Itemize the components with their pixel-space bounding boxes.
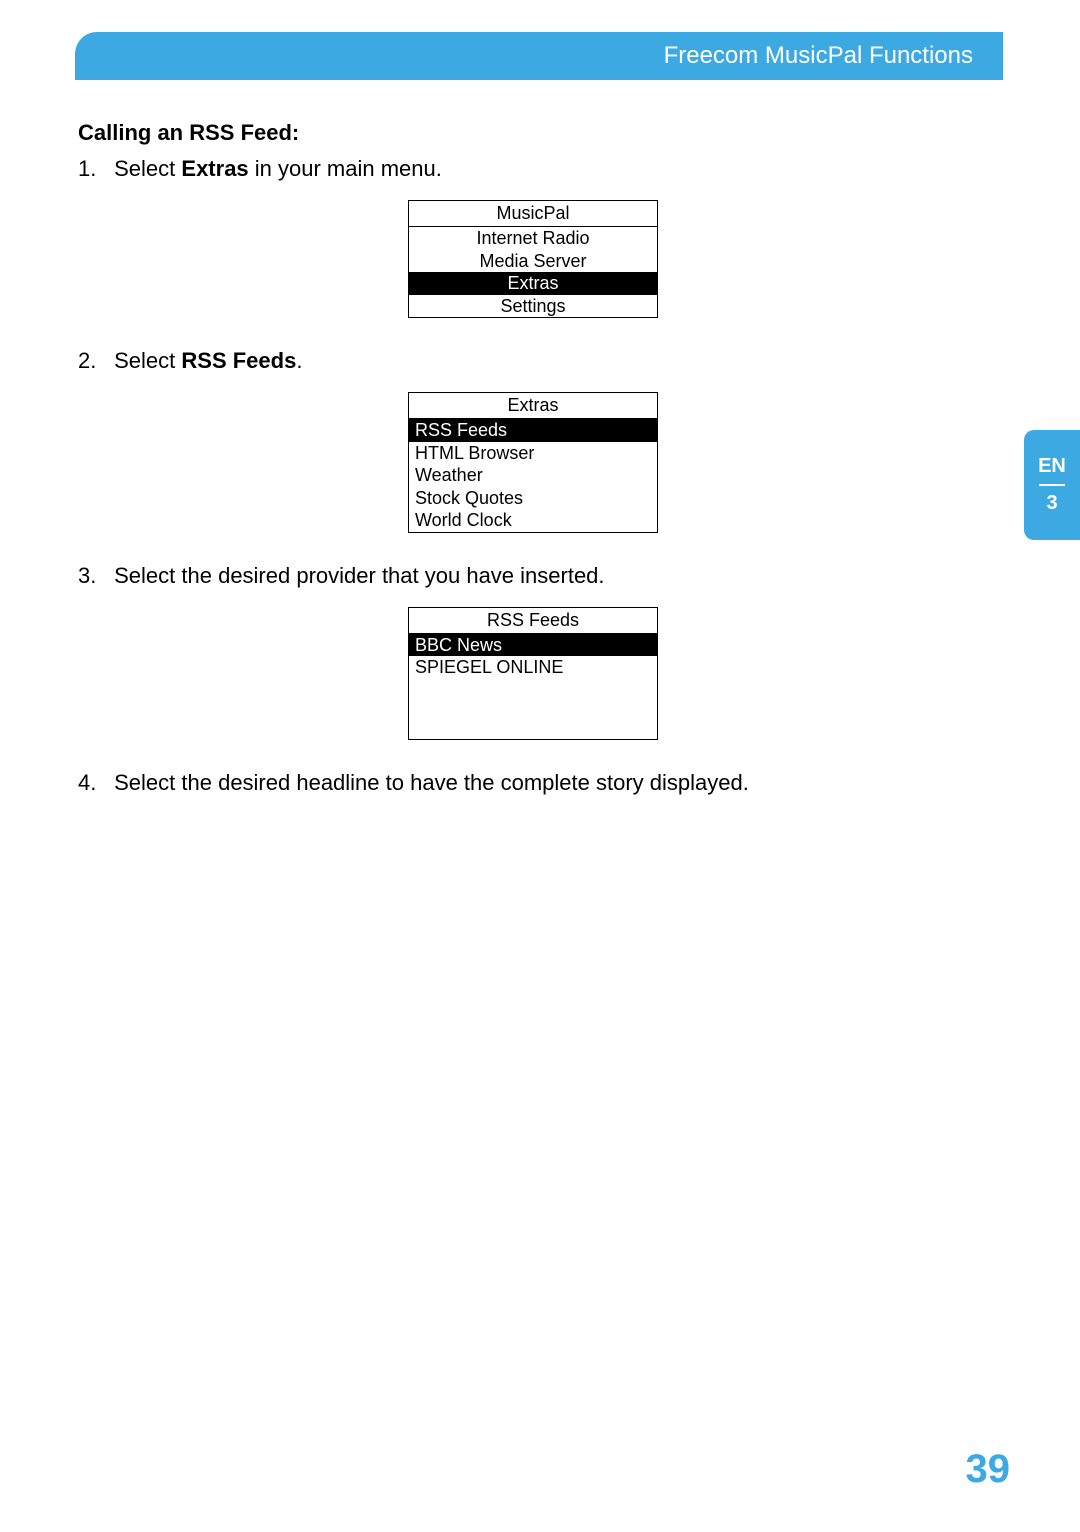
content: Calling an RSS Feed: 1. Select Extras in…: [78, 120, 988, 814]
menu-musicpal: MusicPal Internet Radio Media Server Ext…: [408, 200, 658, 318]
menu-item: Internet Radio: [409, 227, 657, 250]
step-2-bold: RSS Feeds: [181, 348, 296, 373]
side-tab-divider: [1039, 484, 1065, 486]
step-2-num: 2.: [78, 348, 108, 374]
menu-item-selected: RSS Feeds: [409, 419, 657, 442]
step-1-post: in your main menu.: [249, 156, 442, 181]
header-title: Freecom MusicPal Functions: [664, 42, 973, 70]
menu-filler: [409, 679, 657, 739]
step-2-pre: Select: [114, 348, 181, 373]
menu-rss-title: RSS Feeds: [409, 608, 657, 634]
step-4-text: Select the desired headline to have the …: [114, 770, 749, 795]
step-1-pre: Select: [114, 156, 181, 181]
step-1-num: 1.: [78, 156, 108, 182]
menu-musicpal-title: MusicPal: [409, 201, 657, 227]
page-number: 39: [966, 1447, 1011, 1492]
menu-extras: Extras RSS Feeds HTML Browser Weather St…: [408, 392, 658, 533]
step-4-num: 4.: [78, 770, 108, 796]
step-3-num: 3.: [78, 563, 108, 589]
step-1: 1. Select Extras in your main menu.: [78, 156, 988, 182]
menu-item: HTML Browser: [409, 442, 657, 465]
menu-item: SPIEGEL ONLINE: [409, 656, 657, 679]
step-1-bold: Extras: [181, 156, 248, 181]
step-3-text: Select the desired provider that you hav…: [114, 563, 604, 588]
header-bar: Freecom MusicPal Functions: [75, 32, 1003, 80]
step-2-post: .: [296, 348, 302, 373]
step-4: 4. Select the desired headline to have t…: [78, 770, 988, 796]
menu-rss-feeds: RSS Feeds BBC News SPIEGEL ONLINE: [408, 607, 658, 740]
side-tab-lang: EN: [1038, 455, 1066, 478]
menu-item: Media Server: [409, 250, 657, 273]
section-title: Calling an RSS Feed:: [78, 120, 988, 146]
menu-item: World Clock: [409, 509, 657, 532]
step-2: 2. Select RSS Feeds.: [78, 348, 988, 374]
menu-item-selected: Extras: [409, 272, 657, 295]
side-tab: EN 3: [1024, 430, 1080, 540]
menu-item: Stock Quotes: [409, 487, 657, 510]
step-3: 3. Select the desired provider that you …: [78, 563, 988, 589]
menu-item: Settings: [409, 295, 657, 318]
side-tab-chapter: 3: [1046, 492, 1057, 515]
menu-extras-title: Extras: [409, 393, 657, 419]
menu-item-selected: BBC News: [409, 634, 657, 657]
menu-item: Weather: [409, 464, 657, 487]
